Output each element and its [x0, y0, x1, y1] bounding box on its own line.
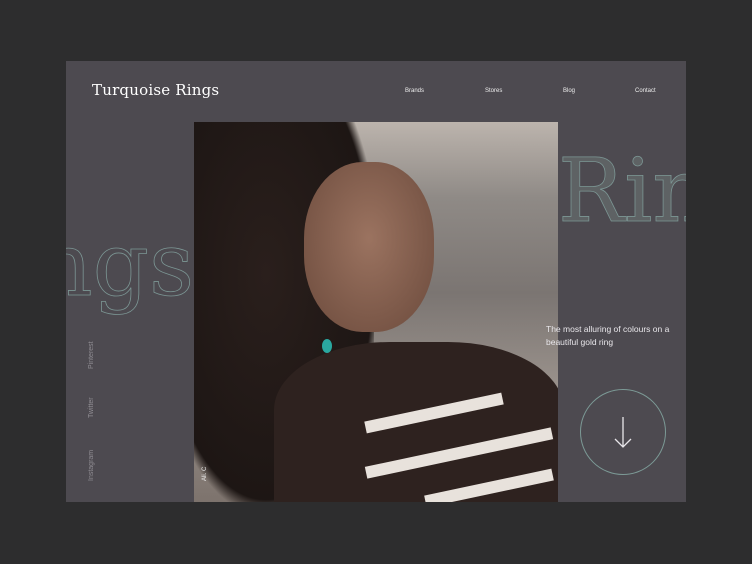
nav-brands[interactable]: Brands [405, 88, 424, 94]
arrow-down-icon [614, 417, 632, 448]
brand-logo[interactable]: Turquoise Rings [92, 81, 219, 99]
tagline: The most alluring of colours on a beauti… [546, 324, 670, 347]
social-instagram[interactable]: Instagram [88, 450, 95, 481]
hero-card: Turquoise Rings Brands Stores Blog Conta… [66, 61, 686, 502]
nav-contact[interactable]: Contact [635, 88, 656, 94]
nav-stores[interactable]: Stores [485, 88, 502, 94]
turquoise-ring [322, 339, 332, 353]
nav-blog[interactable]: Blog [563, 88, 575, 94]
photo-credit: Ali. C [202, 466, 208, 481]
decorative-outline-text-right: Rin [558, 147, 686, 235]
hero-photo [194, 122, 558, 502]
scroll-down-button[interactable] [580, 389, 666, 475]
decorative-outline-text-left: ngs [66, 213, 195, 316]
social-pinterest[interactable]: Pinterest [88, 341, 95, 369]
social-twitter[interactable]: Twitter [88, 397, 95, 418]
